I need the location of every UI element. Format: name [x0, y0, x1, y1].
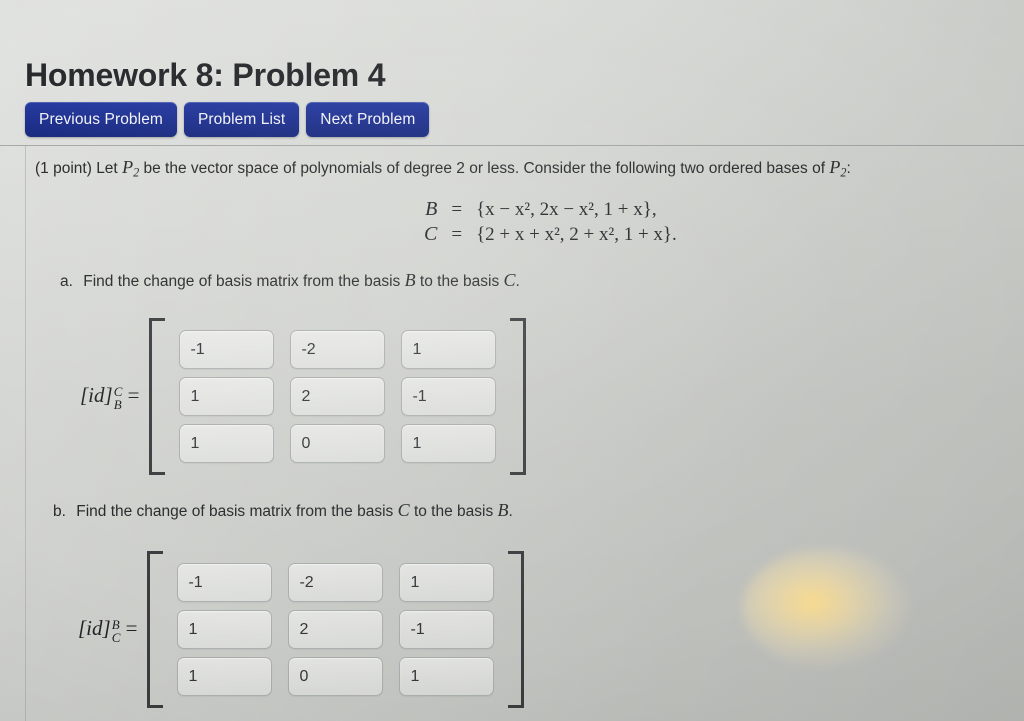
problem-statement: (1 point) Let P2 be the vector space of … — [35, 155, 851, 182]
part-b-matrix-label: [id] B C = — [78, 615, 138, 645]
part-b-matrix-grid: -1 -2 1 1 2 -1 1 0 1 — [163, 551, 508, 708]
basis-row-b: B = {x − x², 2x − x², 1 + x}, — [424, 197, 677, 222]
basis-c-set: {2 + x + x², 2 + x², 1 + x}. — [476, 224, 677, 245]
basis-row-c: C = {2 + x + x², 2 + x², 1 + x}. — [424, 222, 677, 247]
matrix-b-cell-r1c2[interactable]: -2 — [288, 563, 384, 602]
part-a-label-subscript: B — [113, 396, 122, 412]
part-b-matrix-block: [id] B C = -1 -2 1 1 2 -1 1 0 1 — [78, 551, 525, 708]
polynomial-space-symbol-2: P2 — [829, 157, 847, 180]
matrix-a-cell-r1c3[interactable]: 1 — [401, 330, 497, 369]
matrix-a-cell-r3c3[interactable]: 1 — [401, 424, 497, 463]
matrix-b-cell-r2c3[interactable]: -1 — [399, 610, 495, 649]
part-a-matrix-label: [id] C B = — [80, 382, 140, 412]
ordered-bases-display: B = {x − x², 2x − x², 1 + x}, C = {2 + x… — [424, 197, 677, 247]
part-a-from-basis: B — [404, 270, 416, 290]
part-b-question: b. Find the change of basis matrix from … — [53, 500, 513, 521]
right-bracket — [508, 551, 525, 708]
basis-b-set: {x − x², 2x − x², 1 + x}, — [476, 199, 657, 220]
part-a-question-mid: to the basis — [419, 273, 500, 290]
matrix-b-cell-r1c3[interactable]: 1 — [399, 563, 495, 602]
basis-c-symbol: C — [424, 223, 438, 245]
next-problem-button[interactable]: Next Problem — [306, 102, 430, 137]
statement-text-before: Let — [96, 160, 118, 177]
statement-text-middle: be the vector space of polynomials of de… — [143, 160, 826, 177]
points-label: (1 point) — [35, 160, 92, 177]
part-a-label-superscript: C — [113, 383, 123, 399]
statement-text-after: : — [846, 160, 851, 177]
problem-list-button[interactable]: Problem List — [183, 102, 300, 137]
matrix-b-cell-r3c3[interactable]: 1 — [399, 657, 495, 696]
matrix-b-cell-r3c1[interactable]: 1 — [177, 657, 273, 696]
part-b-from-basis: C — [397, 500, 410, 520]
matrix-b-cell-r2c1[interactable]: 1 — [177, 610, 273, 649]
content-panel-edge — [25, 146, 26, 721]
matrix-a-cell-r2c2[interactable]: 2 — [290, 377, 386, 416]
matrix-a-cell-r3c2[interactable]: 0 — [290, 424, 386, 463]
part-b-question-end: . — [508, 503, 513, 520]
part-b-label-subscript: C — [111, 629, 121, 645]
part-b-label-equals: = — [125, 615, 138, 640]
part-b-to-basis: B — [497, 500, 509, 520]
matrix-b-cell-r2c2[interactable]: 2 — [288, 610, 384, 649]
basis-b-symbol: B — [425, 198, 438, 220]
part-a-label-equals: = — [127, 382, 140, 407]
part-a-to-basis: C — [503, 270, 516, 290]
right-bracket — [510, 318, 527, 475]
left-bracket — [149, 318, 166, 475]
polynomial-space-symbol: P2 — [122, 157, 140, 180]
problem-navigation-bar: Previous Problem Problem List Next Probl… — [25, 102, 430, 137]
page-title: Homework 8: Problem 4 — [25, 57, 386, 94]
part-b-marker: b. — [53, 503, 66, 520]
matrix-a-cell-r2c1[interactable]: 1 — [179, 377, 275, 416]
part-a-matrix-grid: -1 -2 1 1 2 -1 1 0 1 — [165, 318, 510, 475]
basis-b-equals: = — [451, 199, 463, 220]
matrix-a-cell-r3c1[interactable]: 1 — [179, 424, 275, 463]
previous-problem-button[interactable]: Previous Problem — [25, 102, 177, 137]
header-divider — [0, 145, 1024, 146]
matrix-a-cell-r1c1[interactable]: -1 — [179, 330, 275, 369]
part-a-matrix-block: [id] C B = -1 -2 1 1 2 -1 1 0 1 — [80, 318, 527, 475]
part-b-question-pre: Find the change of basis matrix from the… — [76, 503, 394, 520]
part-b-question-mid: to the basis — [413, 503, 494, 520]
matrix-b-cell-r3c2[interactable]: 0 — [288, 657, 384, 696]
matrix-b-cell-r1c1[interactable]: -1 — [177, 563, 273, 602]
part-a-marker: a. — [60, 273, 73, 290]
matrix-a-cell-r2c3[interactable]: -1 — [401, 377, 497, 416]
basis-c-equals: = — [451, 224, 463, 245]
matrix-a-cell-r1c2[interactable]: -2 — [290, 330, 386, 369]
part-a-question-pre: Find the change of basis matrix from the… — [83, 273, 401, 290]
part-a-question: a. Find the change of basis matrix from … — [60, 270, 520, 291]
part-b-label-superscript: B — [111, 616, 120, 632]
part-a-question-end: . — [515, 273, 520, 290]
left-bracket — [147, 551, 164, 708]
